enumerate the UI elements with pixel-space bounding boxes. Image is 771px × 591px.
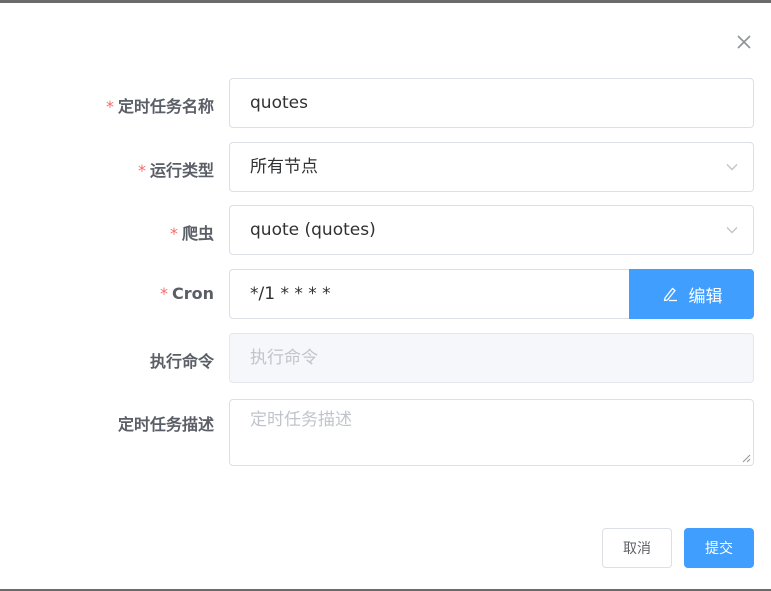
required-mark: * xyxy=(169,224,178,243)
cron-input[interactable]: */1 * * * * xyxy=(229,269,630,319)
required-mark: * xyxy=(137,161,146,180)
cron-value: */1 * * * * xyxy=(250,284,331,304)
spider-label: * 爬虫 xyxy=(169,224,214,243)
required-mark: * xyxy=(159,284,168,303)
cron-label: * Cron xyxy=(159,284,214,303)
schedule-dialog: * 定时任务名称 quotes * 运行类型 所有节点 * 爬虫 quote (quo… xyxy=(0,0,771,591)
submit-button[interactable]: 提交 xyxy=(684,528,754,568)
task-name-input[interactable]: quotes xyxy=(229,78,754,128)
description-placeholder: 定时任务描述 xyxy=(250,410,352,430)
description-textarea[interactable]: 定时任务描述 xyxy=(229,399,754,466)
description-label: 定时任务描述 xyxy=(117,415,214,434)
task-name-value: quotes xyxy=(250,93,308,113)
spider-value: quote (quotes) xyxy=(250,220,376,240)
chevron-down-icon xyxy=(726,164,738,171)
command-input[interactable]: 执行命令 xyxy=(229,333,754,383)
edit-icon xyxy=(663,287,677,302)
close-icon xyxy=(737,35,751,49)
run-type-select[interactable]: 所有节点 xyxy=(229,142,754,192)
command-placeholder: 执行命令 xyxy=(250,348,318,368)
command-label: 执行命令 xyxy=(149,352,214,371)
cancel-button[interactable]: 取消 xyxy=(602,528,672,568)
run-type-value: 所有节点 xyxy=(250,157,318,177)
cron-edit-label: 编辑 xyxy=(688,286,723,307)
task-name-label: * 定时任务名称 xyxy=(105,97,214,116)
chevron-down-icon xyxy=(726,227,738,234)
required-mark: * xyxy=(105,97,114,116)
close-button[interactable] xyxy=(734,32,754,52)
run-type-label: * 运行类型 xyxy=(137,161,214,180)
cron-edit-button[interactable]: 编辑 xyxy=(629,269,754,319)
resize-handle-icon[interactable] xyxy=(741,453,751,463)
spider-select[interactable]: quote (quotes) xyxy=(229,205,754,255)
